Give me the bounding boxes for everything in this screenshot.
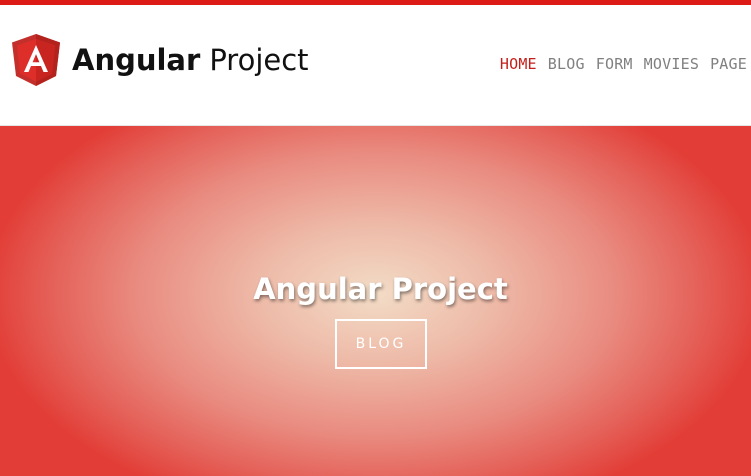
hero-blog-button[interactable]: BLOG — [335, 319, 427, 369]
site-title-strong: Angular — [72, 42, 201, 77]
nav-item-home[interactable]: HOME — [500, 55, 537, 73]
main-nav: HOME BLOG FORM MOVIES PAGE — [500, 55, 747, 73]
site-title-light: Project — [209, 42, 309, 77]
hero-title: Angular Project — [253, 272, 508, 306]
site-header: Angular Project HOME BLOG FORM MOVIES PAG… — [0, 5, 751, 126]
angular-shield-logo-icon — [12, 34, 60, 86]
nav-item-blog[interactable]: BLOG — [548, 55, 585, 73]
brand[interactable]: Angular Project — [12, 34, 309, 86]
site-title: Angular Project — [72, 42, 309, 77]
nav-item-form[interactable]: FORM — [596, 55, 633, 73]
nav-item-movies[interactable]: MOVIES — [644, 55, 699, 73]
hero-banner: Angular Project BLOG — [0, 126, 751, 476]
nav-item-page[interactable]: PAGE — [710, 55, 747, 73]
